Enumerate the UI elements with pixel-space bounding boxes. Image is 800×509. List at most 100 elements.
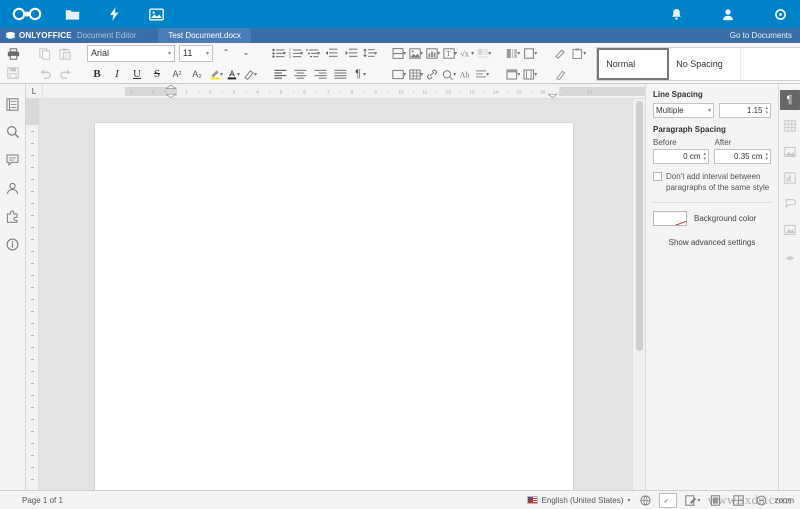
chevron-down-icon[interactable]: ▾ bbox=[403, 50, 406, 57]
sidebar-item-search[interactable] bbox=[2, 120, 24, 144]
document-canvas[interactable] bbox=[39, 99, 632, 490]
chevron-down-icon[interactable]: ▾ bbox=[583, 50, 586, 57]
superscript-button[interactable]: A² bbox=[167, 65, 187, 83]
chevron-down-icon[interactable]: ▾ bbox=[374, 50, 377, 57]
increase-indent-button[interactable] bbox=[341, 44, 361, 62]
show-advanced-settings-link[interactable]: Show advanced settings bbox=[653, 238, 771, 247]
activity-app-icon[interactable] bbox=[100, 0, 128, 28]
strikeout-button[interactable]: S bbox=[147, 65, 167, 83]
document-page[interactable] bbox=[95, 123, 573, 490]
chevron-down-icon[interactable]: ▾ bbox=[454, 50, 457, 57]
paste-button[interactable] bbox=[55, 45, 75, 63]
stepper-icon[interactable]: ▴ ▾ bbox=[764, 151, 768, 162]
copy-button[interactable] bbox=[35, 45, 55, 63]
align-center-button[interactable] bbox=[290, 65, 310, 83]
right-tab-paragraph-settings[interactable]: ¶ bbox=[779, 90, 800, 110]
decrease-indent-button[interactable] bbox=[321, 44, 341, 62]
insert-dropcap-button[interactable] bbox=[475, 44, 491, 62]
files-app-icon[interactable] bbox=[58, 0, 86, 28]
font-size-input[interactable]: 11 ▾ bbox=[179, 44, 213, 62]
bold-button[interactable]: B bbox=[87, 65, 107, 83]
chevron-down-icon[interactable]: ▾ bbox=[283, 50, 286, 57]
chevron-down-icon[interactable]: ▾ bbox=[237, 71, 240, 78]
chevron-down-icon[interactable]: ▾ bbox=[437, 50, 440, 57]
line-spacing-value-input[interactable]: 1.15 ▴ ▾ bbox=[719, 103, 771, 118]
nextcloud-logo-icon[interactable] bbox=[10, 6, 44, 22]
spellcheck-button[interactable]: ✓ bbox=[659, 492, 678, 508]
no-interval-checkbox-row[interactable]: Don't add interval between paragraphs of… bbox=[653, 171, 771, 193]
copy-style-button[interactable] bbox=[550, 44, 570, 62]
background-color-swatch[interactable] bbox=[653, 211, 687, 226]
document-tab[interactable]: Test Document.docx bbox=[158, 28, 251, 43]
ruler-track[interactable]: 21 12 34 56 78 9 10 11 12 13 14 15 16 17 bbox=[43, 84, 645, 99]
chevron-down-icon[interactable]: ▾ bbox=[534, 50, 537, 57]
right-tab-table-settings[interactable] bbox=[780, 116, 800, 136]
go-to-documents-link[interactable]: Go to Documents bbox=[730, 31, 792, 40]
notifications-icon[interactable] bbox=[662, 0, 690, 28]
chevron-down-icon[interactable]: ▾ bbox=[471, 50, 474, 57]
tab-stop-selector[interactable]: L bbox=[26, 83, 43, 99]
chevron-down-icon[interactable]: ▾ bbox=[697, 497, 700, 504]
subscript-button[interactable]: A₂ bbox=[187, 65, 207, 83]
clear-formatting-button[interactable] bbox=[550, 65, 570, 83]
chevron-down-icon[interactable]: ▾ bbox=[534, 71, 537, 78]
chevron-down-icon[interactable]: ▾ bbox=[627, 497, 630, 504]
sidebar-item-collaboration[interactable] bbox=[2, 176, 24, 200]
sidebar-item-about[interactable] bbox=[2, 232, 24, 256]
spacing-after-input[interactable]: 0.35 cm ▴ ▾ bbox=[714, 149, 771, 164]
chevron-down-icon[interactable]: ▾ bbox=[254, 71, 257, 78]
contacts-icon[interactable] bbox=[714, 0, 742, 28]
right-tab-shape-settings[interactable] bbox=[780, 194, 800, 214]
chevron-down-icon[interactable]: ▾ bbox=[453, 71, 456, 78]
sidebar-item-navigation[interactable] bbox=[2, 92, 24, 116]
increase-font-size-button[interactable]: ⌃ bbox=[216, 44, 236, 62]
set-language-button[interactable] bbox=[636, 493, 654, 508]
fit-width-button[interactable] bbox=[729, 493, 747, 508]
chevron-down-icon[interactable]: ▾ bbox=[300, 50, 303, 57]
align-left-button[interactable] bbox=[270, 65, 290, 83]
undo-button[interactable] bbox=[35, 64, 55, 82]
save-button[interactable] bbox=[3, 64, 23, 82]
right-tab-image-settings[interactable] bbox=[780, 142, 800, 162]
stepper-icon[interactable]: ▴ ▾ bbox=[764, 105, 768, 116]
stepper-icon[interactable]: ▴ ▾ bbox=[702, 151, 706, 162]
italic-button[interactable]: I bbox=[107, 65, 127, 83]
spacing-before-input[interactable]: 0 cm ▴ ▾ bbox=[653, 149, 709, 164]
sidebar-item-comments[interactable] bbox=[2, 148, 24, 172]
vertical-scrollbar[interactable] bbox=[632, 99, 645, 490]
right-tab-textart-settings[interactable] bbox=[780, 220, 800, 240]
no-interval-checkbox[interactable] bbox=[653, 172, 662, 181]
settings-icon[interactable] bbox=[766, 0, 794, 28]
document-language-label[interactable]: English (United States) bbox=[542, 496, 624, 505]
chevron-down-icon[interactable]: ▾ bbox=[420, 50, 423, 57]
fit-page-button[interactable] bbox=[706, 493, 724, 508]
line-spacing-rule-select[interactable]: Multiple ▾ bbox=[653, 103, 714, 118]
align-justify-button[interactable] bbox=[330, 65, 350, 83]
style-empty[interactable] bbox=[741, 48, 800, 80]
insert-textart-button[interactable]: Ab bbox=[457, 65, 473, 83]
vertical-ruler[interactable] bbox=[26, 99, 39, 492]
sidebar-item-plugins[interactable] bbox=[2, 204, 24, 228]
right-tab-chart-settings[interactable] bbox=[780, 168, 800, 188]
zoom-out-button[interactable] bbox=[752, 493, 770, 508]
chevron-down-icon[interactable]: ▾ bbox=[486, 71, 489, 78]
style-normal[interactable]: Normal bbox=[597, 47, 670, 80]
vertical-scrollbar-thumb[interactable] bbox=[636, 101, 643, 351]
background-color-row[interactable]: Background color bbox=[653, 211, 771, 226]
style-no-spacing[interactable]: No Spacing bbox=[669, 47, 742, 80]
font-name-input[interactable]: Arial ▾ bbox=[87, 44, 175, 62]
chevron-down-icon[interactable]: ▾ bbox=[363, 71, 366, 78]
chevron-down-icon[interactable]: ▾ bbox=[517, 50, 520, 57]
chevron-down-icon[interactable]: ▾ bbox=[403, 71, 406, 78]
redo-button[interactable] bbox=[55, 64, 75, 82]
right-tab-header-footer-settings[interactable] bbox=[780, 246, 800, 266]
underline-button[interactable]: U bbox=[127, 65, 147, 83]
decrease-font-size-button[interactable]: ⌄ bbox=[236, 44, 256, 62]
chevron-down-icon[interactable]: ▾ bbox=[220, 71, 223, 78]
insert-hyperlink-button[interactable] bbox=[424, 65, 440, 83]
chevron-down-icon[interactable]: ▾ bbox=[517, 71, 520, 78]
photos-app-icon[interactable] bbox=[142, 0, 170, 28]
horizontal-ruler[interactable]: L 21 12 34 56 78 910 1112 1314 1516 bbox=[26, 83, 645, 99]
chevron-down-icon[interactable]: ▾ bbox=[420, 71, 423, 78]
print-button[interactable] bbox=[3, 45, 23, 63]
